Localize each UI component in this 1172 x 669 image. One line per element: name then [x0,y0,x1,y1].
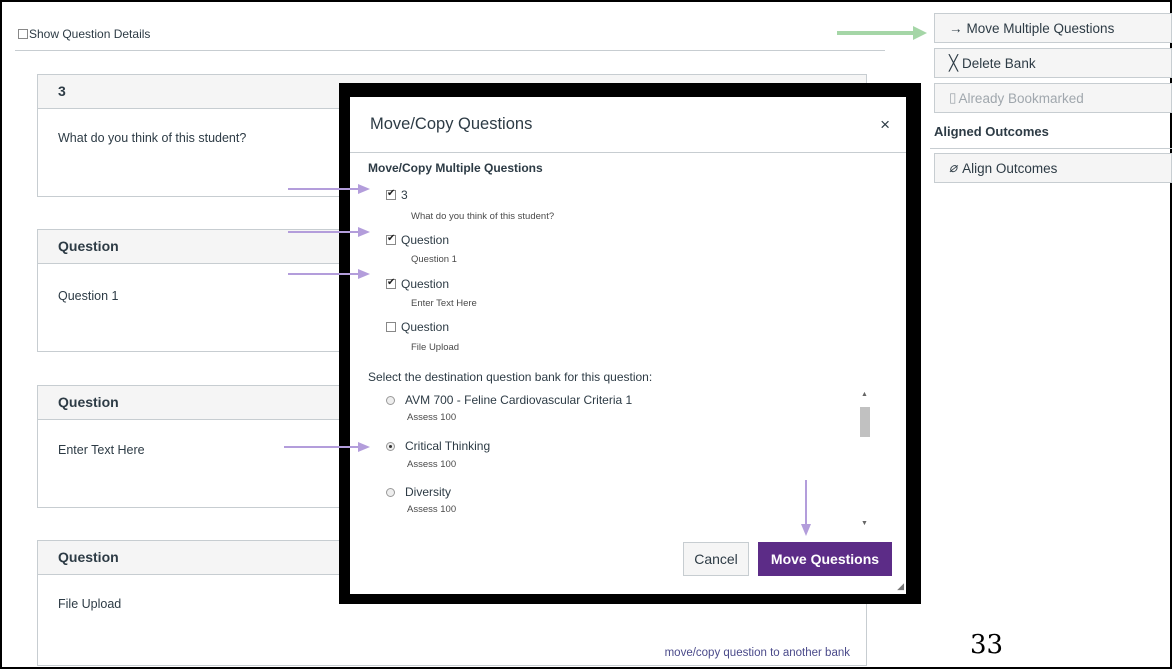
green-arrow-annotation [837,26,927,40]
bank-option[interactable]: AVM 700 - Feline Cardiovascular Criteria… [386,393,632,407]
question-checkbox-item[interactable]: 3 [386,188,408,202]
bank-sub: Assess 100 [407,504,457,515]
dialog-subtitle: Move/Copy Multiple Questions [368,161,543,175]
bank-name: AVM 700 - Feline Cardiovascular Criteria… [405,393,633,407]
show-details-checkbox[interactable] [18,29,28,39]
paperclip-icon: ⌀ [949,160,958,175]
divider [930,148,1172,149]
purple-arrow-annotation [288,227,370,237]
purple-arrow-annotation [801,480,811,536]
purple-arrow-annotation [288,269,370,279]
checkbox-checked[interactable] [386,233,396,245]
bank-sub: Assess 100 [407,459,457,470]
question-item-desc: Question 1 [411,254,457,265]
x-icon: ╳ [949,55,959,72]
delete-bank-label: Delete Bank [962,55,1036,71]
question-item-label: Question [401,320,450,334]
divider [15,50,885,51]
move-multiple-label: Move Multiple Questions [966,20,1115,36]
align-outcomes-label: Align Outcomes [962,160,1058,176]
radio-unselected[interactable] [386,395,395,405]
show-question-details[interactable]: Show Question Details [18,27,150,41]
question-checkbox-item[interactable]: Question [386,277,449,291]
close-icon[interactable]: × [880,115,890,135]
page-number: 33 [970,630,1004,660]
bank-name: Critical Thinking [405,439,491,453]
radio-unselected[interactable] [386,487,395,497]
bookmark-icon: ▯ [949,90,957,105]
resize-grip-icon[interactable]: ◢ [897,581,904,592]
move-copy-link[interactable]: move/copy question to another bank [665,647,850,659]
question-item-desc: Enter Text Here [411,298,477,309]
show-details-label: Show Question Details [29,27,151,41]
move-questions-button[interactable]: Move Questions [758,542,892,576]
arrow-right-icon: → [949,20,963,36]
bank-option[interactable]: Critical Thinking [386,439,490,453]
purple-arrow-annotation [284,442,370,452]
bank-sub: Assess 100 [407,412,457,423]
move-copy-dialog: Move/Copy Questions × Move/Copy Multiple… [350,97,906,594]
question-item-desc: What do you think of this student? [411,211,555,222]
already-bookmarked-button: ▯ Already Bookmarked [934,83,1172,113]
scrollbar[interactable]: ▲ ▼ [858,391,872,527]
bank-option[interactable]: Diversity [386,485,451,499]
question-item-desc: File Upload [411,342,460,353]
scroll-down-icon[interactable]: ▼ [861,520,868,527]
destination-label: Select the destination question bank for… [368,370,653,384]
cancel-button[interactable]: Cancel [683,542,749,576]
divider [350,152,906,153]
bank-name: Diversity [405,485,452,499]
checkbox-unchecked[interactable] [386,322,396,332]
question-checkbox-item[interactable]: Question [386,320,449,334]
question-checkbox-item[interactable]: Question [386,233,449,247]
align-outcomes-button[interactable]: ⌀ Align Outcomes [934,153,1172,183]
dialog-title: Move/Copy Questions [370,115,533,133]
checkbox-checked[interactable] [386,277,396,289]
checkbox-checked[interactable] [386,188,396,200]
delete-bank-button[interactable]: ╳ Delete Bank [934,48,1172,78]
move-multiple-questions-button[interactable]: → Move Multiple Questions [934,13,1172,43]
scroll-up-icon[interactable]: ▲ [861,391,868,398]
scroll-thumb[interactable] [860,407,870,437]
question-item-label: Question [401,277,450,291]
radio-selected[interactable] [386,441,395,451]
purple-arrow-annotation [288,184,370,194]
question-item-label: Question [401,233,450,247]
question-item-label: 3 [401,188,408,202]
already-bookmarked-label: Already Bookmarked [958,90,1084,106]
aligned-outcomes-heading: Aligned Outcomes [934,124,1049,139]
